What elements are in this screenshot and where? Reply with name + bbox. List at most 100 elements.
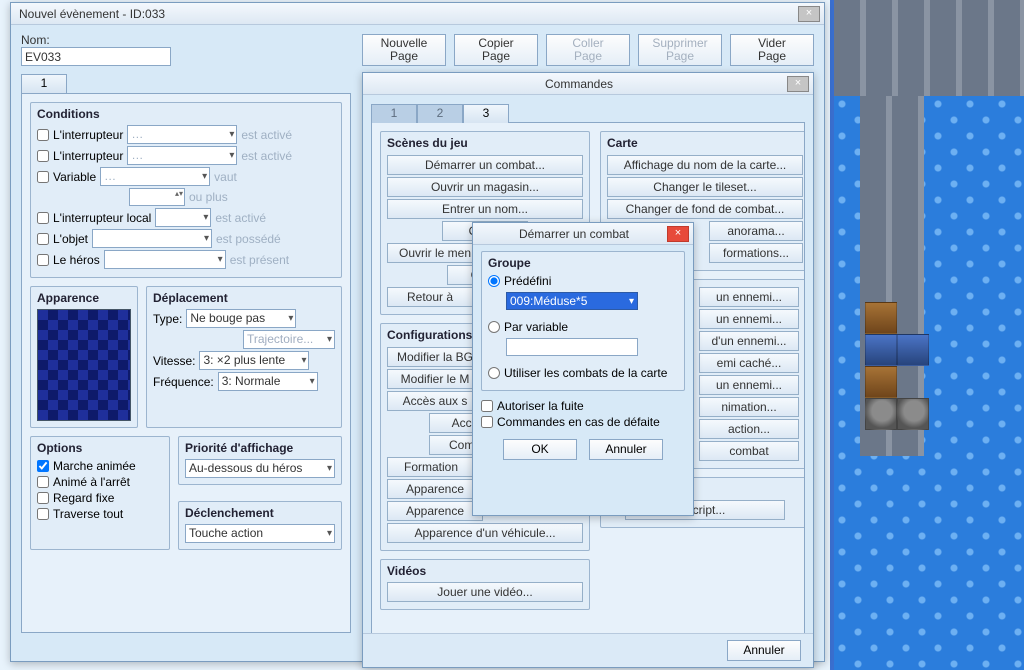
commands-cancel-button[interactable]: Annuler (727, 640, 801, 661)
step-anim-lbl: Animé à l'arrêt (53, 475, 130, 489)
selfswitch-check[interactable] (37, 212, 49, 224)
btn-access-s[interactable]: Accès aux s (387, 391, 483, 411)
selfswitch-combo[interactable] (155, 208, 211, 227)
predef-radio[interactable] (488, 275, 500, 287)
actor-combo[interactable] (104, 250, 226, 269)
btn-edit-m[interactable]: Modifier le M (387, 369, 483, 389)
move-type-lbl: Type: (153, 312, 182, 326)
close-icon[interactable]: × (787, 76, 809, 92)
btn-vehicle-appearance[interactable]: Apparence d'un véhicule... (387, 523, 583, 543)
btn-return[interactable]: Retour à (387, 287, 473, 307)
actor-check[interactable] (37, 254, 49, 266)
btn-formation[interactable]: Formation (387, 457, 475, 477)
item-combo[interactable] (92, 229, 212, 248)
on-lose-check[interactable] (481, 416, 493, 428)
commands-titlebar[interactable]: Commandes × (363, 73, 813, 95)
switch1-combo[interactable]: … (127, 125, 237, 144)
btn-enemy1[interactable]: un ennemi... (699, 287, 799, 307)
switch1-check[interactable] (37, 129, 49, 141)
event-title: Nouvel évènement - ID:033 (19, 7, 798, 21)
speed-combo[interactable]: 3: ×2 plus lente (199, 351, 309, 370)
btn-enemy4[interactable]: un ennemi... (699, 375, 799, 395)
item-suffix: est possédé (216, 232, 281, 246)
through-lbl: Traverse tout (53, 507, 123, 521)
wall-tiles (834, 0, 1024, 96)
step-anim-check[interactable] (37, 476, 49, 488)
page-tab-1[interactable]: 1 (21, 74, 67, 93)
switch2-check[interactable] (37, 150, 49, 162)
appearance-preview[interactable] (37, 309, 131, 421)
btn-enemy2[interactable]: un ennemi... (699, 309, 799, 329)
variable-combo[interactable]: … (100, 167, 210, 186)
move-type-combo[interactable]: Ne bouge pas (186, 309, 296, 328)
copy-page-button[interactable]: Copier Page (454, 34, 538, 66)
switch1-suffix: est activé (241, 128, 292, 142)
delete-page-button[interactable]: Supprimer Page (638, 34, 722, 66)
clear-page-button[interactable]: Vider Page (730, 34, 814, 66)
through-check[interactable] (37, 508, 49, 520)
btn-appearance2[interactable]: Apparence (387, 501, 483, 521)
btn-enemyhidden[interactable]: emi caché... (699, 353, 799, 373)
btn-change-tileset[interactable]: Changer le tileset... (607, 177, 803, 197)
btn-start-battle[interactable]: Démarrer un combat... (387, 155, 583, 175)
commands-title: Commandes (371, 77, 787, 91)
movement-group: Déplacement Type: Ne bouge pas Trajectoi… (146, 286, 342, 428)
close-icon[interactable]: × (798, 6, 820, 22)
start-battle-dialog: Démarrer un combat × Groupe Prédéfini 00… (472, 222, 694, 516)
var-field[interactable] (506, 338, 638, 356)
name-row: Nom: Nouvelle Page Copier Page Coller Pa… (21, 33, 814, 66)
scenes-legend: Scènes du jeu (387, 136, 583, 150)
btn-open-shop[interactable]: Ouvrir un magasin... (387, 177, 583, 197)
usemap-radio[interactable] (488, 367, 500, 379)
btn-formations[interactable]: formations... (709, 243, 803, 263)
paste-page-button[interactable]: Coller Page (546, 34, 630, 66)
appearance-legend: Apparence (37, 291, 131, 305)
trigger-legend: Déclenchement (185, 506, 335, 520)
ok-button[interactable]: OK (503, 439, 577, 460)
btn-panorama[interactable]: anorama... (709, 221, 803, 241)
cmd-tab-2[interactable]: 2 (417, 104, 463, 123)
variable-check[interactable] (37, 171, 49, 183)
close-icon[interactable]: × (667, 226, 689, 242)
priority-combo[interactable]: Au-dessous du héros (185, 459, 335, 478)
btn-open-menu[interactable]: Ouvrir le men (387, 243, 483, 263)
btn-animation[interactable]: nimation... (699, 397, 799, 417)
item-lbl: L'objet (53, 232, 88, 246)
btn-edit-bgm[interactable]: Modifier la BG (387, 347, 483, 367)
variable-value[interactable] (129, 188, 185, 206)
fix-dir-check[interactable] (37, 492, 49, 504)
cmd-tab-3[interactable]: 3 (463, 104, 509, 123)
priority-group: Priorité d'affichage Au-dessous du héros (178, 436, 342, 485)
hero-sprite (865, 334, 897, 366)
trigger-combo[interactable]: Touche action (185, 524, 335, 543)
troop-combo[interactable]: 009:Méduse*5 (506, 292, 638, 310)
item-check[interactable] (37, 233, 49, 245)
btn-change-battleback[interactable]: Changer de fond de combat... (607, 199, 803, 219)
selfswitch-suffix: est activé (215, 211, 266, 225)
cancel-button[interactable]: Annuler (589, 439, 663, 460)
btn-combat[interactable]: combat (699, 441, 799, 461)
switch2-combo[interactable]: … (127, 146, 237, 165)
btn-play-video[interactable]: Jouer une vidéo... (387, 582, 583, 602)
cmd-tabs: 1 2 3 (371, 104, 805, 123)
btn-enter-name[interactable]: Entrer un nom... (387, 199, 583, 219)
route-button[interactable]: Trajectoire... (243, 330, 335, 349)
cmd-tab-1[interactable]: 1 (371, 104, 417, 123)
event-titlebar[interactable]: Nouvel évènement - ID:033 × (11, 3, 824, 25)
selfswitch-lbl: L'interrupteur local (53, 211, 151, 225)
on-lose-lbl: Commandes en cas de défaite (497, 415, 660, 429)
allow-escape-check[interactable] (481, 400, 493, 412)
walk-anim-check[interactable] (37, 460, 49, 472)
rock-sprite-2 (897, 398, 929, 430)
video-group: Vidéos Jouer une vidéo... (380, 559, 590, 610)
event-name-field[interactable] (21, 47, 171, 66)
var-radio[interactable] (488, 321, 500, 333)
btn-action[interactable]: action... (699, 419, 799, 439)
btn-show-mapname[interactable]: Affichage du nom de la carte... (607, 155, 803, 175)
commands-footer: Annuler (363, 633, 813, 667)
btn-appearance1[interactable]: Apparence (387, 479, 483, 499)
freq-combo[interactable]: 3: Normale (218, 372, 318, 391)
combat-titlebar[interactable]: Démarrer un combat × (473, 223, 693, 245)
btn-enemy3[interactable]: d'un ennemi... (699, 331, 799, 351)
new-page-button[interactable]: Nouvelle Page (362, 34, 446, 66)
